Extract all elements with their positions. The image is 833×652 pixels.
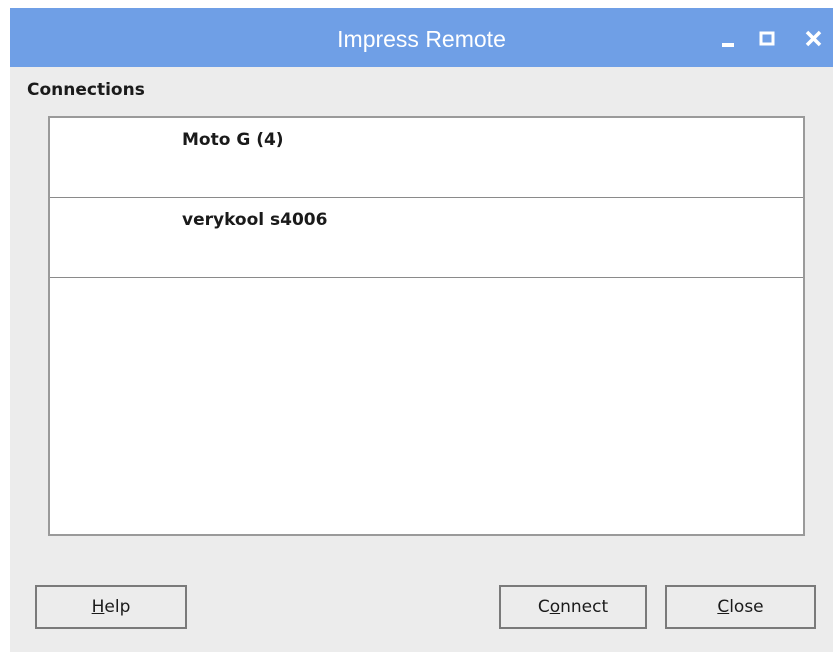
close-accel: C bbox=[717, 597, 730, 617]
title-bar[interactable]: Impress Remote bbox=[10, 8, 833, 67]
close-button[interactable]: Close bbox=[665, 585, 816, 629]
connect-label: nnect bbox=[560, 597, 609, 617]
window-title: Impress Remote bbox=[337, 26, 506, 52]
help-label: elp bbox=[104, 597, 131, 617]
help-button[interactable]: Help bbox=[35, 585, 187, 629]
maximize-icon[interactable] bbox=[759, 28, 781, 50]
close-icon[interactable] bbox=[804, 28, 826, 50]
device-name: verykool s4006 bbox=[182, 210, 328, 230]
connect-label-pre: C bbox=[537, 597, 550, 617]
minimize-icon[interactable] bbox=[720, 28, 742, 50]
connections-list[interactable]: Moto G (4) verykool s4006 bbox=[48, 116, 805, 536]
connect-accel: o bbox=[549, 597, 561, 617]
impress-remote-window: Impress Remote Connections Moto G (4) ve… bbox=[10, 8, 833, 652]
connect-button[interactable]: Connect bbox=[499, 585, 647, 629]
device-name: Moto G (4) bbox=[182, 130, 284, 150]
device-item-moto-g4[interactable]: Moto G (4) bbox=[50, 118, 803, 198]
close-label: lose bbox=[729, 597, 764, 617]
help-accel: H bbox=[91, 597, 105, 617]
connections-label: Connections bbox=[27, 80, 145, 100]
device-item-verykool[interactable]: verykool s4006 bbox=[50, 198, 803, 278]
